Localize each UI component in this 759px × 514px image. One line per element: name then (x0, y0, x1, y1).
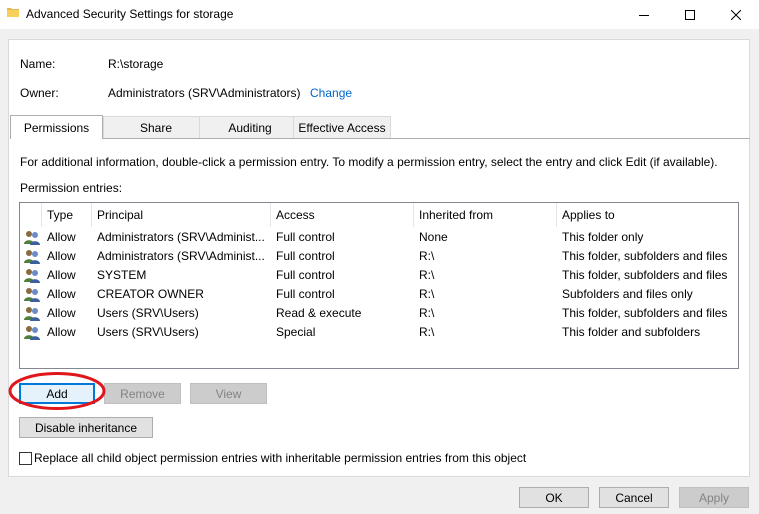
close-icon (731, 9, 741, 20)
column-header-access[interactable]: Access (271, 203, 414, 227)
replace-child-permissions-label: Replace all child object permission entr… (34, 451, 527, 465)
users-icon (24, 306, 40, 321)
apply-button-label: Apply (698, 490, 730, 505)
window-title: Advanced Security Settings for storage (26, 7, 234, 21)
cell-applies: This folder, subfolders and files (562, 268, 728, 282)
cell-access: Special (276, 325, 316, 339)
table-row[interactable]: Allow CREATOR OWNER Full control R:\ Subfold… (20, 285, 738, 304)
view-button[interactable]: View (190, 383, 267, 404)
cell-access: Full control (276, 249, 335, 263)
disable-inheritance-button[interactable]: Disable inheritance (19, 417, 153, 438)
remove-button-label: Remove (120, 386, 165, 401)
add-button[interactable]: Add (19, 383, 95, 404)
column-header-inherited-from[interactable]: Inherited from (414, 203, 557, 227)
permission-entries-label: Permission entries: (20, 181, 123, 195)
tab-divider (10, 138, 750, 139)
tab-auditing[interactable]: Auditing (199, 116, 301, 138)
view-button-label: View (215, 386, 242, 401)
list-header: Type Principal Access Inherited from App… (20, 203, 738, 227)
cell-type: Allow (47, 249, 76, 263)
tab-label: Effective Access (298, 120, 386, 135)
tab-share[interactable]: Share (103, 116, 209, 138)
permissions-description: For additional information, double-click… (20, 155, 718, 169)
users-icon (24, 287, 40, 302)
cell-principal: Users (SRV\Users) (97, 306, 199, 320)
owner-label: Owner: (20, 86, 59, 100)
ok-button[interactable]: OK (519, 487, 589, 508)
title-bar: Advanced Security Settings for storage (0, 0, 759, 29)
name-label: Name: (20, 57, 56, 71)
maximize-icon (685, 9, 695, 20)
table-row[interactable]: Allow Administrators (SRV\Administ... Full… (20, 228, 738, 247)
remove-button[interactable]: Remove (104, 383, 181, 404)
apply-button[interactable]: Apply (679, 487, 749, 508)
cell-inherited: R:\ (419, 268, 435, 282)
cell-principal: Administrators (SRV\Administ... (97, 249, 265, 263)
cell-access: Full control (276, 230, 335, 244)
cell-inherited: R:\ (419, 287, 435, 301)
cell-inherited: R:\ (419, 306, 435, 320)
close-button[interactable] (713, 0, 759, 29)
cell-type: Allow (47, 230, 76, 244)
maximize-button[interactable] (667, 0, 713, 29)
disable-inheritance-label: Disable inheritance (34, 420, 138, 435)
column-header-principal[interactable]: Principal (92, 203, 271, 227)
cell-applies: This folder and subfolders (562, 325, 701, 339)
cell-inherited: R:\ (419, 325, 435, 339)
cell-access: Read & execute (276, 306, 362, 320)
name-value: R:\storage (108, 57, 164, 71)
tab-label: Auditing (228, 120, 272, 135)
change-owner-link[interactable]: Change (310, 86, 352, 100)
cell-type: Allow (47, 325, 76, 339)
cell-applies: This folder, subfolders and files (562, 306, 728, 320)
column-header-icon[interactable] (20, 203, 42, 227)
ok-button-label: OK (545, 490, 563, 505)
owner-value: Administrators (SRV\Administrators) (108, 86, 301, 100)
table-row[interactable]: Allow Users (SRV\Users) Special R:\ This fol… (20, 323, 738, 342)
tab-label: Share (139, 120, 173, 135)
replace-child-permissions-checkbox[interactable] (19, 452, 32, 465)
add-button-label: Add (46, 386, 68, 401)
cell-type: Allow (47, 306, 76, 320)
cell-applies: This folder, subfolders and files (562, 249, 728, 263)
table-row[interactable]: Allow Administrators (SRV\Administ... Full… (20, 247, 738, 266)
users-icon (24, 325, 40, 340)
cancel-button-label: Cancel (615, 490, 653, 505)
column-header-type[interactable]: Type (42, 203, 92, 227)
cell-access: Full control (276, 287, 335, 301)
users-icon (24, 268, 40, 283)
cell-applies: This folder only (562, 230, 644, 244)
cell-inherited: R:\ (419, 249, 435, 263)
users-icon (24, 249, 40, 264)
table-row[interactable]: Allow SYSTEM Full control R:\ This folder, s… (20, 266, 738, 285)
cell-principal: CREATOR OWNER (97, 287, 204, 301)
tab-label: Permissions (23, 120, 90, 135)
cell-principal: Users (SRV\Users) (97, 325, 199, 339)
column-header-applies-to[interactable]: Applies to (557, 203, 738, 227)
cell-principal: Administrators (SRV\Administ... (97, 230, 265, 244)
minimize-button[interactable] (621, 0, 667, 29)
minimize-icon (639, 14, 649, 16)
cell-access: Full control (276, 268, 335, 282)
cancel-button[interactable]: Cancel (599, 487, 669, 508)
tab-permissions[interactable]: Permissions (10, 115, 103, 139)
cell-inherited: None (419, 230, 448, 244)
tab-effective-access[interactable]: Effective Access (293, 116, 391, 138)
table-row[interactable]: Allow Users (SRV\Users) Read & execute R:\ T… (20, 304, 738, 323)
cell-type: Allow (47, 268, 76, 282)
cell-applies: Subfolders and files only (562, 287, 693, 301)
cell-principal: SYSTEM (97, 268, 147, 282)
permission-entries-list[interactable]: Type Principal Access Inherited from App… (19, 202, 739, 369)
users-icon (24, 230, 40, 245)
folder-icon (7, 8, 19, 17)
cell-type: Allow (47, 287, 76, 301)
